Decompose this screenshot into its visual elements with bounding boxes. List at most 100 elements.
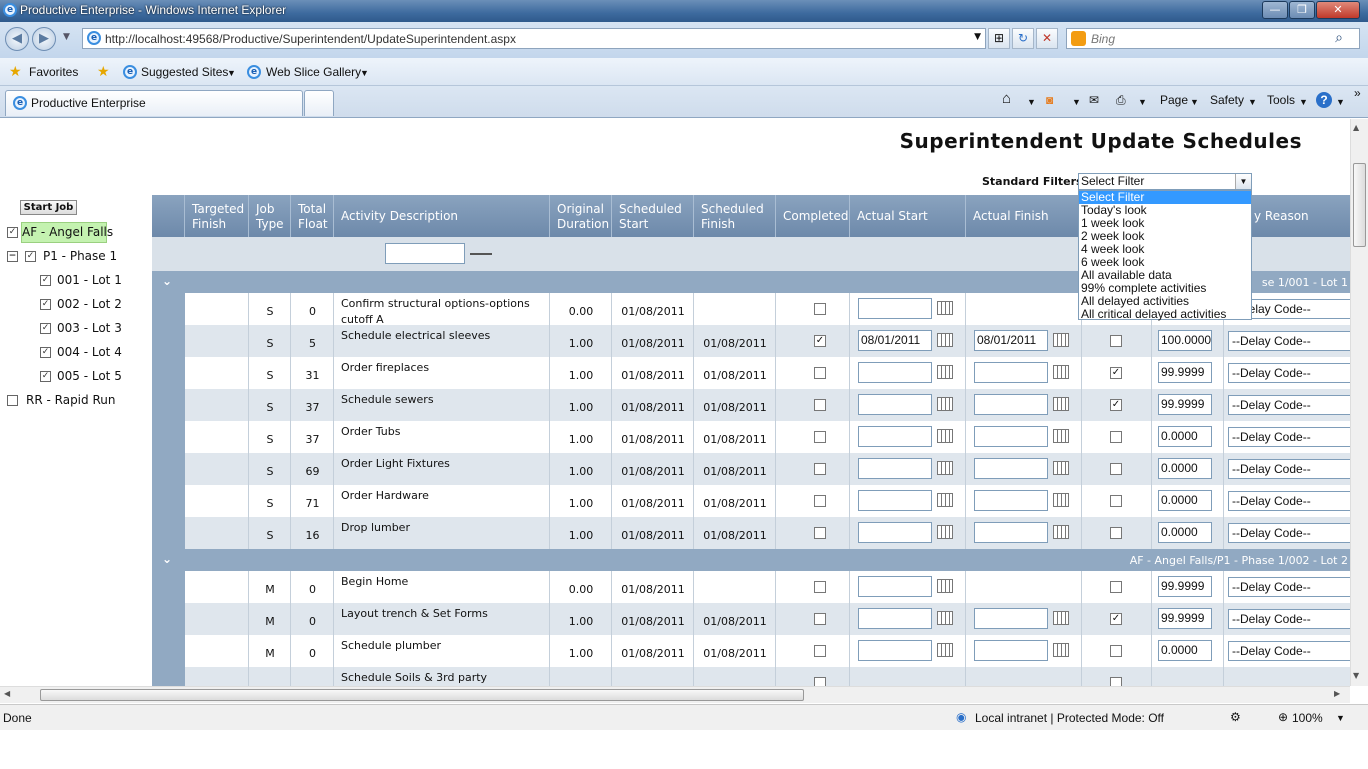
percent-input[interactable]: 0.0000 [1158,490,1212,511]
completed-checkbox[interactable] [814,581,826,593]
calendar-icon[interactable] [937,397,953,411]
percent-input[interactable]: 0.0000 [1158,640,1212,661]
refresh-icon[interactable]: ↻ [1012,28,1034,49]
suggested-sites-link[interactable]: Suggested Sites [141,65,228,79]
favorites-button[interactable]: Favorites [29,65,78,79]
header-job-type[interactable]: Job Type [249,195,291,237]
tree-collapse-icon[interactable]: − [7,251,18,262]
back-button[interactable]: ◀ [5,27,29,51]
chevron-down-icon[interactable]: ▼ [1027,97,1036,107]
actual-finish-input[interactable] [974,362,1048,383]
completed-checkbox[interactable] [814,645,826,657]
security-icon[interactable]: ⚙ [1230,710,1241,724]
recent-pages-icon[interactable]: ▼ [63,32,70,42]
calendar-icon[interactable] [1053,333,1069,347]
chevron-down-icon[interactable]: ▼ [1235,174,1251,189]
tree-node-label[interactable]: P1 - Phase 1 [43,249,117,263]
tree-checkbox[interactable]: ✓ [40,275,51,286]
percent-input[interactable]: 99.9999 [1158,576,1212,597]
actual-start-input[interactable] [858,608,932,629]
header-total-float[interactable]: Total Float [291,195,334,237]
completed-checkbox[interactable] [814,495,826,507]
chevron-down-icon[interactable]: ▼ [1072,97,1081,107]
done-checkbox[interactable] [1110,581,1122,593]
actual-start-input[interactable] [858,522,932,543]
actual-start-input[interactable]: 08/01/2011 [858,330,932,351]
done-checkbox[interactable] [1110,335,1122,347]
chevron-down-icon[interactable]: ▼ [1248,97,1257,107]
calendar-icon[interactable] [1053,429,1069,443]
tree-node-label[interactable]: 002 - Lot 2 [57,297,122,311]
vertical-scrollbar[interactable]: ▲ ▼ [1350,119,1368,686]
tree-node-label[interactable]: 005 - Lot 5 [57,369,122,383]
search-box[interactable]: Bing ⌕ [1066,28,1360,49]
header-activity-description[interactable]: Activity Description [334,195,550,237]
completed-checkbox[interactable] [814,431,826,443]
search-icon[interactable]: ⌕ [1335,30,1343,46]
chevron-down-icon[interactable]: ▼ [1299,97,1308,107]
calendar-icon[interactable] [937,333,953,347]
chevron-down-icon[interactable]: ▼ [360,68,369,78]
safety-menu[interactable]: Safety [1210,93,1244,107]
calendar-icon[interactable] [1053,643,1069,657]
print-icon[interactable]: ⎙ [1116,93,1126,108]
delay-code-select[interactable]: --Delay Code-- [1228,459,1350,479]
tree-checkbox[interactable]: ✓ [40,371,51,382]
actual-finish-input[interactable] [974,458,1048,479]
tree-checkbox[interactable]: ✓ [40,299,51,310]
completed-checkbox[interactable] [814,367,826,379]
home-icon[interactable]: ⌂ [1002,90,1011,107]
delay-code-select[interactable]: --Delay Code-- [1228,395,1350,415]
percent-input[interactable]: 0.0000 [1158,458,1212,479]
done-checkbox[interactable] [1110,677,1122,686]
calendar-icon[interactable] [1053,611,1069,625]
actual-finish-input[interactable] [974,608,1048,629]
chevron-down-icon[interactable]: ▼ [1336,713,1345,723]
header-actual-finish[interactable]: Actual Finish [966,195,1082,237]
header-scheduled-start[interactable]: Scheduled Start [612,195,694,237]
mail-icon[interactable]: ✉ [1089,93,1099,107]
header-actual-start[interactable]: Actual Start [850,195,966,237]
done-checkbox[interactable]: ✓ [1110,399,1122,411]
actual-finish-input[interactable] [974,426,1048,447]
calendar-icon[interactable] [937,643,953,657]
new-tab-button[interactable] [304,90,334,116]
scroll-up-icon[interactable]: ▲ [1353,123,1359,132]
horizontal-scroll-thumb[interactable] [40,689,804,701]
address-dropdown-icon[interactable]: ▼ [974,32,981,42]
filter-option[interactable]: All critical delayed activities [1079,308,1251,321]
percent-input[interactable]: 0.0000 [1158,522,1212,543]
done-checkbox[interactable] [1110,431,1122,443]
add-favorite-icon[interactable]: ★ [97,63,110,80]
compat-view-icon[interactable]: ⊞ [988,28,1010,49]
actual-start-input[interactable] [858,362,932,383]
chevron-down-icon[interactable]: ▼ [1138,97,1147,107]
header-scheduled-finish[interactable]: Scheduled Finish [694,195,776,237]
actual-finish-input[interactable] [974,522,1048,543]
tree-checkbox[interactable]: ✓ [25,251,36,262]
activity-filter-input[interactable] [385,243,465,264]
chevron-down-icon[interactable]: ▼ [1336,97,1345,107]
tree-node-label[interactable]: 003 - Lot 3 [57,321,122,335]
minimize-button[interactable]: — [1262,1,1288,19]
page-menu[interactable]: Page [1160,93,1188,107]
filter-clear-icon[interactable] [470,253,492,255]
maximize-button[interactable]: ❐ [1289,1,1315,19]
actual-start-input[interactable] [858,298,932,319]
delay-code-select[interactable]: --Delay Code-- [1228,577,1350,597]
zoom-level[interactable]: 100% [1292,711,1323,725]
calendar-icon[interactable] [937,493,953,507]
completed-checkbox[interactable] [814,399,826,411]
calendar-icon[interactable] [1053,461,1069,475]
scroll-down-icon[interactable]: ▼ [1353,671,1359,680]
delay-code-select[interactable]: --Delay Code-- [1228,641,1350,661]
scroll-right-icon[interactable]: ▶ [1334,689,1340,698]
filter-options-list[interactable]: Select Filter Today's look 1 week look 2 we… [1078,190,1252,321]
completed-checkbox[interactable] [814,527,826,539]
delay-code-select[interactable]: --Delay Code-- [1228,491,1350,511]
percent-input[interactable]: 99.9999 [1158,362,1212,383]
chevron-down-icon[interactable]: ⌄ [162,552,172,566]
help-icon[interactable]: ? [1316,92,1332,108]
calendar-icon[interactable] [937,461,953,475]
done-checkbox[interactable] [1110,527,1122,539]
